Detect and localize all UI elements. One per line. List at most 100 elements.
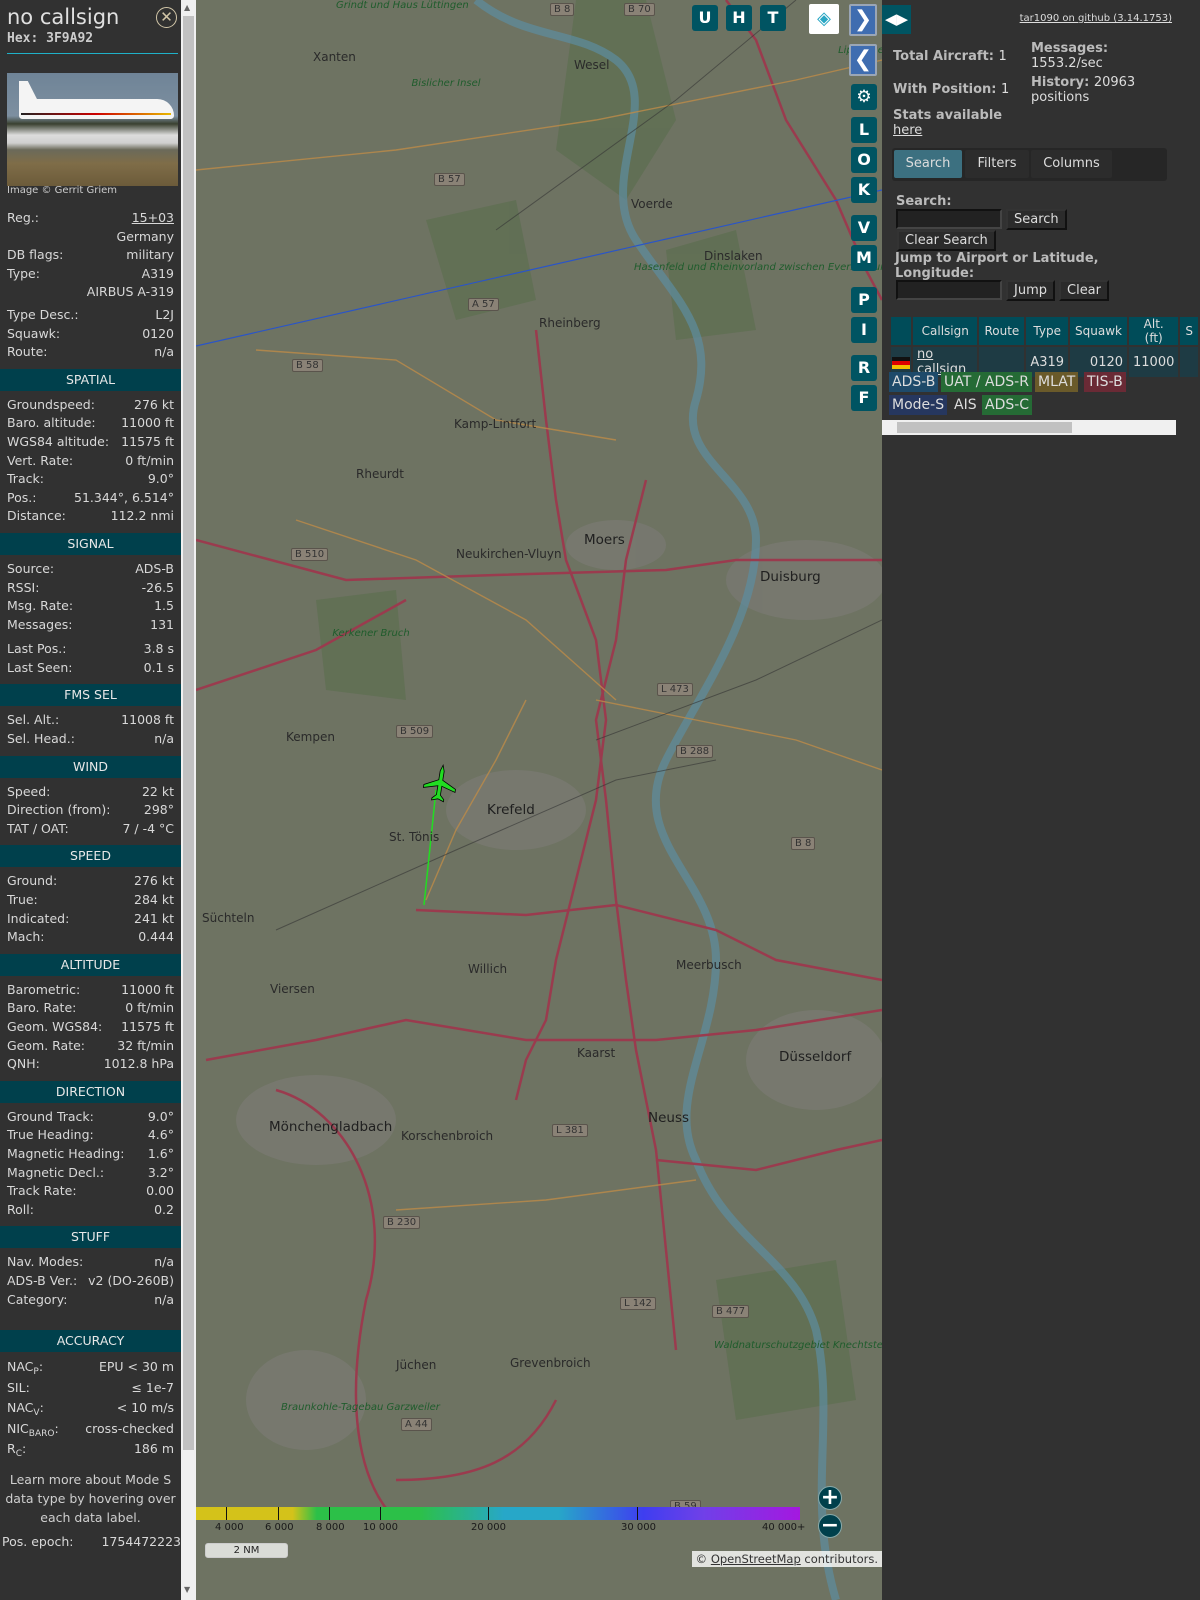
info-row: Direction (from): 298° [0, 801, 181, 820]
urban-area [246, 1350, 366, 1450]
with-position: With Position: 1 [893, 82, 1009, 97]
map-button-m[interactable]: M [851, 245, 877, 271]
settings-gear-icon[interactable]: ⚙ [851, 84, 877, 110]
info-row: Roll: 0.2 [0, 1201, 181, 1220]
osm-link[interactable]: OpenStreetMap [711, 1552, 801, 1566]
close-icon[interactable]: ✕ [156, 7, 177, 28]
accuracy-row-rc: RC: 186 m [0, 1439, 181, 1460]
attribution-prefix: © [695, 1552, 711, 1566]
aircraft-photo[interactable] [7, 73, 178, 186]
map-button-i[interactable]: I [851, 317, 877, 343]
info-row: Speed: 22 kt [0, 783, 181, 802]
row-label: Last Pos.: [7, 641, 67, 657]
info-row: Reg.: 15+03 [0, 209, 181, 228]
map-button-p[interactable]: P [851, 287, 877, 313]
clear-button[interactable]: Clear [1059, 280, 1109, 301]
road-shield: A 57 [468, 298, 499, 311]
info-row: RSSI: -26.5 [0, 579, 181, 598]
row-label: Groundspeed: [7, 396, 95, 412]
tab-columns[interactable]: Columns [1031, 150, 1112, 178]
aircraft-info-sidebar: no callsign Hex: 3F9A92 ✕ Image © Gerrit… [0, 0, 181, 1600]
clear-search-button[interactable]: Clear Search [897, 230, 996, 251]
row-label[interactable]: NICBARO: [7, 1419, 59, 1440]
info-row: Ground Track: 9.0° [0, 1108, 181, 1127]
row-label: Source: [7, 560, 55, 576]
road-shield: B 230 [383, 1216, 421, 1229]
map-button-k[interactable]: K [851, 177, 877, 203]
row-label: Msg. Rate: [7, 598, 74, 614]
col-squawk[interactable]: Squawk [1070, 317, 1128, 347]
map[interactable]: Xanten Wesel Voerde Dinslaken Rheinberg Kamp-… [196, 0, 882, 1600]
info-row: Baro. altitude: 11000 ft [0, 414, 181, 433]
col-type[interactable]: Type [1026, 317, 1069, 347]
aircraft-table: Callsign Route Type Squawk Alt. (ft) S n… [889, 317, 1200, 377]
row-value: 186 m [133, 1441, 174, 1457]
tab-search[interactable]: Search [894, 150, 962, 178]
map-button-t[interactable]: T [760, 5, 786, 31]
col-callsign[interactable]: Callsign [913, 317, 978, 347]
row-value: 3.8 s [143, 641, 174, 657]
scrollbar-thumb[interactable] [897, 422, 1072, 433]
place-label: Kamp-Lintfort [454, 417, 537, 431]
scroll-down-icon[interactable]: ▼ [184, 1585, 190, 1594]
chevron-left-icon[interactable]: ❮ [849, 44, 877, 76]
scrollbar-thumb[interactable] [183, 16, 194, 1450]
row-value: 4.6° [147, 1127, 174, 1143]
row-label[interactable]: RC: [7, 1439, 26, 1460]
map-button-u[interactable]: U [692, 5, 718, 31]
zoom-out-icon[interactable]: − [818, 1514, 842, 1538]
toggle-sidebar-icon[interactable]: ◀▶ [882, 5, 911, 34]
map-attribution: © OpenStreetMap contributors. [691, 1551, 882, 1567]
col-route[interactable]: Route [979, 317, 1025, 347]
search-input[interactable] [896, 209, 1002, 229]
altitude-label: 40 000+ [762, 1522, 806, 1533]
row-label[interactable]: NACP: [7, 1357, 43, 1378]
row-value: cross-checked [85, 1420, 174, 1436]
info-row: Germany [0, 228, 181, 247]
chevron-right-icon[interactable]: ❯ [849, 4, 877, 36]
map-button-f[interactable]: F [851, 385, 877, 411]
history-value: 20963 [1093, 75, 1136, 90]
map-button-l[interactable]: L [851, 117, 877, 143]
zoom-in-icon[interactable]: + [818, 1486, 842, 1510]
row-label[interactable]: SIL: [7, 1378, 30, 1399]
row-label: Route: [7, 344, 48, 360]
row-label: Pos. epoch: [2, 1533, 74, 1549]
row-value[interactable]: 15+03 [132, 209, 174, 228]
col-flag[interactable] [891, 317, 911, 347]
scroll-up-icon[interactable]: ▲ [184, 3, 190, 12]
row-value: ADS-B [135, 560, 174, 576]
motorway [594, 479, 678, 1351]
map-button-v[interactable]: V [851, 215, 877, 241]
row-value: 276 kt [134, 873, 174, 889]
jump-button[interactable]: Jump [1006, 280, 1055, 301]
source-legend-ads-b: ADS-B [889, 372, 939, 392]
map-button-r[interactable]: R [851, 355, 877, 381]
row-value: 11008 ft [121, 712, 174, 728]
road-shield: L 381 [552, 1124, 588, 1137]
col-altitude[interactable]: Alt. (ft) [1129, 317, 1179, 347]
sidebar-scrollbar[interactable]: ▲ ▼ [181, 0, 196, 1600]
search-button[interactable]: Search [1006, 209, 1067, 230]
row-value: 131 [150, 616, 174, 632]
layers-icon[interactable]: ◈ [809, 4, 839, 34]
jump-input[interactable] [896, 280, 1002, 300]
road-shield: A 44 [401, 1418, 432, 1431]
place-label: Rheinberg [539, 316, 601, 330]
aircraft-track [423, 789, 437, 906]
tab-filters[interactable]: Filters [965, 150, 1029, 178]
row-label[interactable]: NACV: [7, 1398, 44, 1419]
road [595, 699, 882, 771]
col-speed[interactable]: S [1180, 317, 1198, 347]
altitude-label: 6 000 [265, 1522, 294, 1533]
row-label: Squawk: [7, 325, 61, 341]
table-horizontal-scrollbar[interactable] [882, 420, 1176, 435]
forest [556, 0, 676, 200]
map-button-o[interactable]: O [851, 147, 877, 173]
stats-link[interactable]: here [893, 123, 922, 138]
row-label: WGS84 altitude: [7, 433, 110, 449]
github-link[interactable]: tar1090 on github (3.14.1753) [1020, 13, 1172, 24]
map-button-h[interactable]: H [726, 5, 752, 31]
info-row: Magnetic Decl.: 3.2° [0, 1164, 181, 1183]
attribution-suffix: contributors. [800, 1552, 878, 1566]
